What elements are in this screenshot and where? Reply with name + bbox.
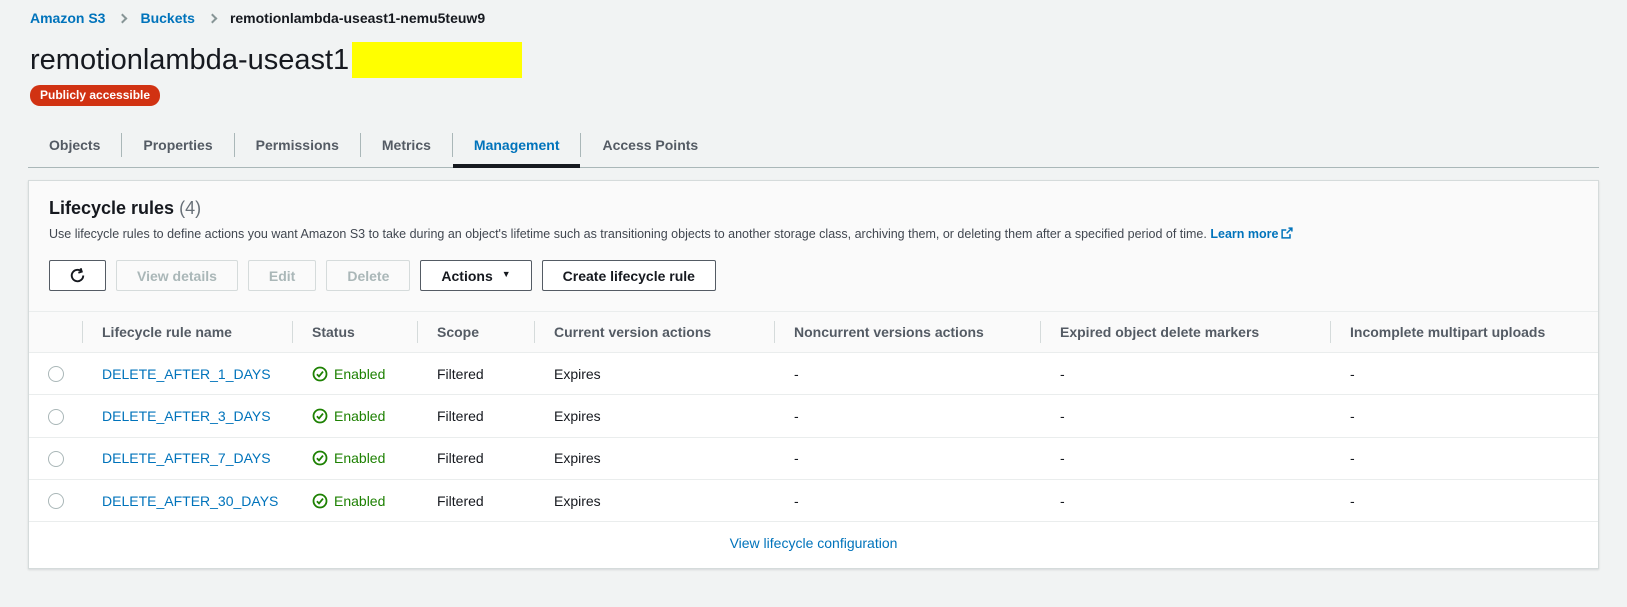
column-header-current-version-actions: Current version actions xyxy=(534,312,774,353)
table-row: DELETE_AFTER_3_DAYS Enabled Filtered Exp… xyxy=(29,395,1598,437)
panel-description: Use lifecycle rules to define actions yo… xyxy=(49,226,1578,243)
row-radio-button[interactable] xyxy=(48,366,64,382)
panel-header: Lifecycle rules (4) Use lifecycle rules … xyxy=(29,181,1598,312)
page-title: remotionlambda-useast1 xyxy=(30,42,1599,78)
row-radio-button[interactable] xyxy=(48,493,64,509)
delete-button[interactable]: Delete xyxy=(326,260,410,291)
status-label: Enabled xyxy=(334,408,385,424)
learn-more-label: Learn more xyxy=(1210,227,1278,241)
view-lifecycle-configuration-link[interactable]: View lifecycle configuration xyxy=(730,535,898,551)
tab-access-points[interactable]: Access Points xyxy=(581,123,719,167)
scope-cell: Filtered xyxy=(417,395,534,437)
current-version-actions-cell: Expires xyxy=(534,479,774,521)
external-link-icon xyxy=(1281,227,1293,239)
status-badge: Enabled xyxy=(312,450,397,466)
status-label: Enabled xyxy=(334,493,385,509)
breadcrumb-current-bucket: remotionlambda-useast1-nemu5teuw9 xyxy=(230,10,485,26)
noncurrent-versions-actions-cell: - xyxy=(774,395,1040,437)
tab-permissions[interactable]: Permissions xyxy=(235,123,360,167)
bucket-name-text: remotionlambda-useast1 xyxy=(30,44,349,76)
panel-footer: View lifecycle configuration xyxy=(29,521,1598,568)
tab-objects[interactable]: Objects xyxy=(28,123,121,167)
table-row: DELETE_AFTER_7_DAYS Enabled Filtered Exp… xyxy=(29,437,1598,479)
noncurrent-versions-actions-cell: - xyxy=(774,353,1040,395)
toolbar: View details Edit Delete Actions ▼ Create… xyxy=(49,260,1578,291)
column-header-incomplete-multipart-uploads: Incomplete multipart uploads xyxy=(1330,312,1598,353)
column-header-scope: Scope xyxy=(417,312,534,353)
breadcrumb-amazon-s3[interactable]: Amazon S3 xyxy=(30,10,105,26)
tab-properties[interactable]: Properties xyxy=(122,123,233,167)
expired-object-delete-markers-cell: - xyxy=(1040,395,1330,437)
column-header-status: Status xyxy=(292,312,417,353)
scope-cell: Filtered xyxy=(417,479,534,521)
table-row: DELETE_AFTER_1_DAYS Enabled Filtered Exp… xyxy=(29,353,1598,395)
current-version-actions-cell: Expires xyxy=(534,395,774,437)
column-header-noncurrent-versions-actions: Noncurrent versions actions xyxy=(774,312,1040,353)
tab-metrics[interactable]: Metrics xyxy=(361,123,452,167)
status-badge: Enabled xyxy=(312,493,397,509)
edit-button[interactable]: Edit xyxy=(248,260,316,291)
chevron-right-icon xyxy=(118,13,128,23)
lifecycle-rules-panel: Lifecycle rules (4) Use lifecycle rules … xyxy=(28,180,1599,569)
check-circle-icon xyxy=(312,366,328,382)
redaction-highlight xyxy=(352,42,522,78)
actions-label: Actions xyxy=(441,268,492,284)
publicly-accessible-badge: Publicly accessible xyxy=(30,85,160,106)
table-header-row: Lifecycle rule name Status Scope Current… xyxy=(29,312,1598,353)
create-lifecycle-rule-button[interactable]: Create lifecycle rule xyxy=(542,260,716,291)
panel-title: Lifecycle rules (4) xyxy=(49,198,1578,219)
column-header-rule-name: Lifecycle rule name xyxy=(82,312,292,353)
page-content: Amazon S3 Buckets remotionlambda-useast1… xyxy=(0,0,1627,569)
caret-down-icon: ▼ xyxy=(502,270,511,279)
row-radio-button[interactable] xyxy=(48,409,64,425)
status-badge: Enabled xyxy=(312,366,397,382)
panel-description-text: Use lifecycle rules to define actions yo… xyxy=(49,227,1207,241)
current-version-actions-cell: Expires xyxy=(534,437,774,479)
chevron-right-icon xyxy=(207,13,217,23)
rule-name-link[interactable]: DELETE_AFTER_7_DAYS xyxy=(102,450,271,466)
rule-count: (4) xyxy=(179,198,201,218)
refresh-icon xyxy=(69,267,86,284)
incomplete-multipart-uploads-cell: - xyxy=(1330,437,1598,479)
expired-object-delete-markers-cell: - xyxy=(1040,437,1330,479)
status-badge: Enabled xyxy=(312,408,397,424)
status-label: Enabled xyxy=(334,450,385,466)
incomplete-multipart-uploads-cell: - xyxy=(1330,395,1598,437)
tab-management[interactable]: Management xyxy=(453,123,581,167)
check-circle-icon xyxy=(312,408,328,424)
incomplete-multipart-uploads-cell: - xyxy=(1330,353,1598,395)
table-row: DELETE_AFTER_30_DAYS Enabled Filtered Ex… xyxy=(29,479,1598,521)
learn-more-link[interactable]: Learn more xyxy=(1210,227,1293,241)
bucket-tabs: Objects Properties Permissions Metrics M… xyxy=(28,123,1599,168)
refresh-button[interactable] xyxy=(49,260,106,291)
rule-name-link[interactable]: DELETE_AFTER_1_DAYS xyxy=(102,366,271,382)
row-radio-button[interactable] xyxy=(48,451,64,467)
view-details-button[interactable]: View details xyxy=(116,260,238,291)
current-version-actions-cell: Expires xyxy=(534,353,774,395)
breadcrumb: Amazon S3 Buckets remotionlambda-useast1… xyxy=(28,10,1599,26)
actions-dropdown-button[interactable]: Actions ▼ xyxy=(420,260,531,291)
rule-name-link[interactable]: DELETE_AFTER_3_DAYS xyxy=(102,408,271,424)
selection-column-header xyxy=(29,312,82,353)
check-circle-icon xyxy=(312,450,328,466)
noncurrent-versions-actions-cell: - xyxy=(774,437,1040,479)
scope-cell: Filtered xyxy=(417,353,534,395)
expired-object-delete-markers-cell: - xyxy=(1040,479,1330,521)
noncurrent-versions-actions-cell: - xyxy=(774,479,1040,521)
incomplete-multipart-uploads-cell: - xyxy=(1330,479,1598,521)
check-circle-icon xyxy=(312,493,328,509)
expired-object-delete-markers-cell: - xyxy=(1040,353,1330,395)
status-label: Enabled xyxy=(334,366,385,382)
breadcrumb-buckets[interactable]: Buckets xyxy=(140,10,194,26)
scope-cell: Filtered xyxy=(417,437,534,479)
rule-name-link[interactable]: DELETE_AFTER_30_DAYS xyxy=(102,493,278,509)
column-header-expired-object-delete-markers: Expired object delete markers xyxy=(1040,312,1330,353)
panel-title-text: Lifecycle rules xyxy=(49,198,174,218)
lifecycle-rules-table: Lifecycle rule name Status Scope Current… xyxy=(29,312,1598,521)
